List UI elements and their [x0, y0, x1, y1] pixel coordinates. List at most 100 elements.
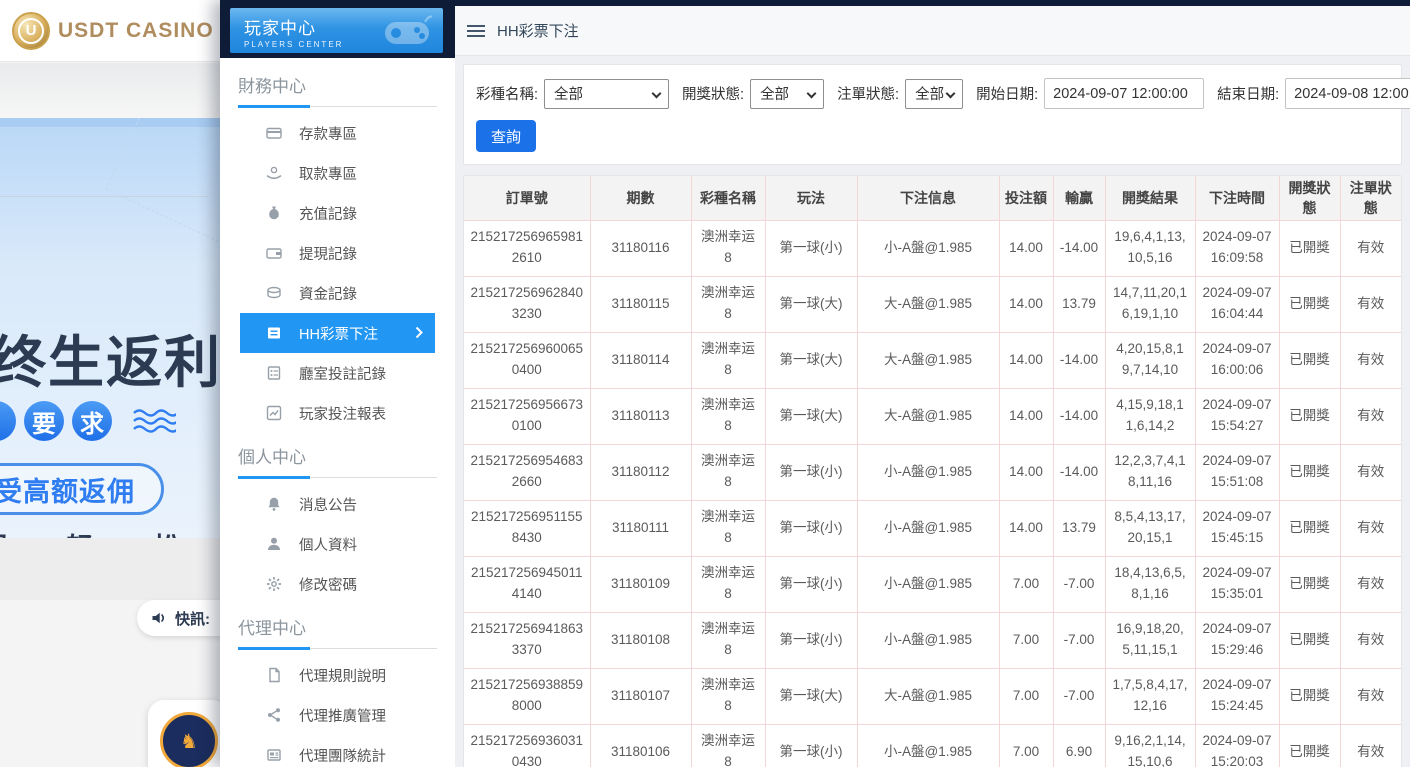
table-cell: 7.00 — [999, 668, 1053, 724]
table-cell: 31180107 — [590, 668, 691, 724]
table-cell: 31180115 — [590, 276, 691, 332]
table-cell: 有效 — [1340, 500, 1401, 556]
table-cell: 有效 — [1340, 388, 1401, 444]
breadcrumb: HH彩票下注 — [497, 20, 579, 41]
sidebar-item-label: 代理推廣管理 — [299, 705, 386, 726]
bet-status-value: 全部 — [915, 83, 944, 104]
sidebar-item-label: 存款專區 — [299, 123, 357, 144]
table-cell: 2024-09-07 15:20:03 — [1195, 724, 1279, 767]
sidebar-item-withdraw-record[interactable]: 提現記錄 — [240, 233, 435, 273]
lottery-name-select[interactable]: 全部 — [544, 79, 669, 109]
sidebar-item-recharge-record[interactable]: 充值記錄 — [240, 193, 435, 233]
table-cell: 2024-09-07 15:54:27 — [1195, 388, 1279, 444]
bet-status-select[interactable]: 全部 — [905, 79, 963, 109]
table-cell: 14.00 — [999, 220, 1053, 276]
sidebar-item-player-bet-report[interactable]: 玩家投注報表 — [240, 393, 435, 433]
start-date-label: 開始日期: — [976, 83, 1038, 104]
table-cell: 18,4,13,6,5,8,1,16 — [1105, 556, 1195, 612]
sidebar-item-announcements[interactable]: 消息公告 — [240, 484, 435, 524]
table-row: 215217256960065040031180114澳洲幸运8第一球(大)大-… — [464, 332, 1401, 388]
table-row: 215217256951155843031180111澳洲幸运8第一球(小)小-… — [464, 500, 1401, 556]
waves-icon — [132, 408, 176, 434]
table-cell: 小-A盤@1.985 — [857, 724, 999, 767]
table-cell: -7.00 — [1053, 556, 1105, 612]
table-cell: 2024-09-07 15:24:45 — [1195, 668, 1279, 724]
section-title: 代理中心 — [238, 619, 306, 638]
table-cell: 澳洲幸运8 — [691, 556, 765, 612]
table-cell: 8,5,4,13,17,20,15,1 — [1105, 500, 1195, 556]
chart-report-icon — [266, 405, 282, 421]
banner-badges: 要 求 — [0, 401, 176, 441]
query-button[interactable]: 查詢 — [476, 120, 536, 152]
table-cell: 已開獎 — [1279, 388, 1340, 444]
table-cell: 有效 — [1340, 332, 1401, 388]
col-win-loss: 輸贏 — [1053, 176, 1105, 220]
list-icon — [266, 325, 282, 341]
chevron-down-icon — [807, 88, 817, 98]
sidebar-item-agent-promotion[interactable]: 代理推廣管理 — [240, 695, 435, 735]
sidebar-item-agent-team-stats[interactable]: 代理團隊統計 — [240, 735, 435, 767]
sidebar-item-change-password[interactable]: 修改密碼 — [240, 564, 435, 604]
service-emblem-icon: ♞ — [160, 712, 218, 767]
table-cell: 7.00 — [999, 612, 1053, 668]
banner-badge: 要 — [24, 401, 64, 441]
section-title: 財務中心 — [238, 77, 306, 96]
lottery-name-value: 全部 — [554, 83, 583, 104]
hamburger-menu-icon[interactable] — [467, 22, 485, 40]
draw-status-select[interactable]: 全部 — [750, 79, 824, 109]
sidebar-item-agent-rules[interactable]: 代理規則說明 — [240, 655, 435, 695]
table-row: 215217256954683266031180112澳洲幸运8第一球(小)小-… — [464, 444, 1401, 500]
sidebar-item-label: HH彩票下注 — [299, 323, 378, 344]
table-cell: 大-A盤@1.985 — [857, 332, 999, 388]
sidebar-menu: 財務中心 存款專區 取款專區 充值記錄 提現記錄 資金記錄 — [220, 58, 455, 767]
sidebar-item-label: 資金記錄 — [299, 283, 357, 304]
banner-badge: 求 — [72, 401, 112, 441]
section-title: 個人中心 — [238, 448, 306, 467]
sidebar-item-deposit-zone[interactable]: 存款專區 — [240, 113, 435, 153]
banner-divider — [0, 196, 208, 197]
service-float-box[interactable]: ♞ — [148, 700, 228, 767]
table-cell: 2024-09-07 15:45:15 — [1195, 500, 1279, 556]
col-order-id: 訂單號 — [464, 176, 590, 220]
table-cell: 已開獎 — [1279, 332, 1340, 388]
start-date-input[interactable] — [1044, 78, 1204, 109]
table-cell: -14.00 — [1053, 444, 1105, 500]
table-cell: 第一球(小) — [765, 220, 857, 276]
table-cell: 已開獎 — [1279, 500, 1340, 556]
draw-status-label: 開獎狀態: — [682, 83, 744, 104]
table-cell: 小-A盤@1.985 — [857, 220, 999, 276]
table-cell: 有效 — [1340, 668, 1401, 724]
chevron-down-icon — [946, 88, 956, 98]
table-cell: 4,15,9,18,11,6,14,2 — [1105, 388, 1195, 444]
coins-icon — [266, 285, 282, 301]
site-header: U USDT CASINO — [0, 0, 220, 62]
sidebar-item-withdraw-zone[interactable]: 取款專區 — [240, 153, 435, 193]
table-cell: 2152172569388598000 — [464, 668, 590, 724]
sidebar-item-funds-record[interactable]: 資金記錄 — [240, 273, 435, 313]
table-cell: -7.00 — [1053, 668, 1105, 724]
sidebar-item-profile[interactable]: 個人資料 — [240, 524, 435, 564]
table-cell: 已開獎 — [1279, 276, 1340, 332]
table-cell: 有效 — [1340, 556, 1401, 612]
table-cell: -14.00 — [1053, 332, 1105, 388]
table-cell: 31180113 — [590, 388, 691, 444]
table-cell: 7.00 — [999, 556, 1053, 612]
sidebar-item-label: 取款專區 — [299, 163, 357, 184]
clipboard-list-icon — [266, 365, 282, 381]
sidebar-item-room-bet-record[interactable]: 廳室投註記錄 — [240, 353, 435, 393]
col-lottery-name: 彩種名稱 — [691, 176, 765, 220]
sidebar-item-hh-lottery-bets[interactable]: HH彩票下注 — [240, 313, 435, 353]
sidebar-item-label: 修改密碼 — [299, 574, 357, 595]
table-cell: 2024-09-07 16:09:58 — [1195, 220, 1279, 276]
table-cell: 第一球(小) — [765, 556, 857, 612]
end-date-input[interactable] — [1285, 78, 1410, 109]
table-cell: 澳洲幸运8 — [691, 612, 765, 668]
table-cell: 大-A盤@1.985 — [857, 388, 999, 444]
table-cell: 澳洲幸运8 — [691, 332, 765, 388]
table-cell: 大-A盤@1.985 — [857, 276, 999, 332]
sidebar-item-label: 廳室投註記錄 — [299, 363, 386, 384]
bets-table-body: 215217256965981261031180116澳洲幸运8第一球(小)小-… — [464, 220, 1401, 767]
usdt-coin-logo-icon: U — [12, 12, 50, 50]
table-cell: 2024-09-07 16:00:06 — [1195, 332, 1279, 388]
screen: U USDT CASINO 终生返利 要 求 享受高额返佣 超 轻 松 — [0, 0, 1410, 767]
